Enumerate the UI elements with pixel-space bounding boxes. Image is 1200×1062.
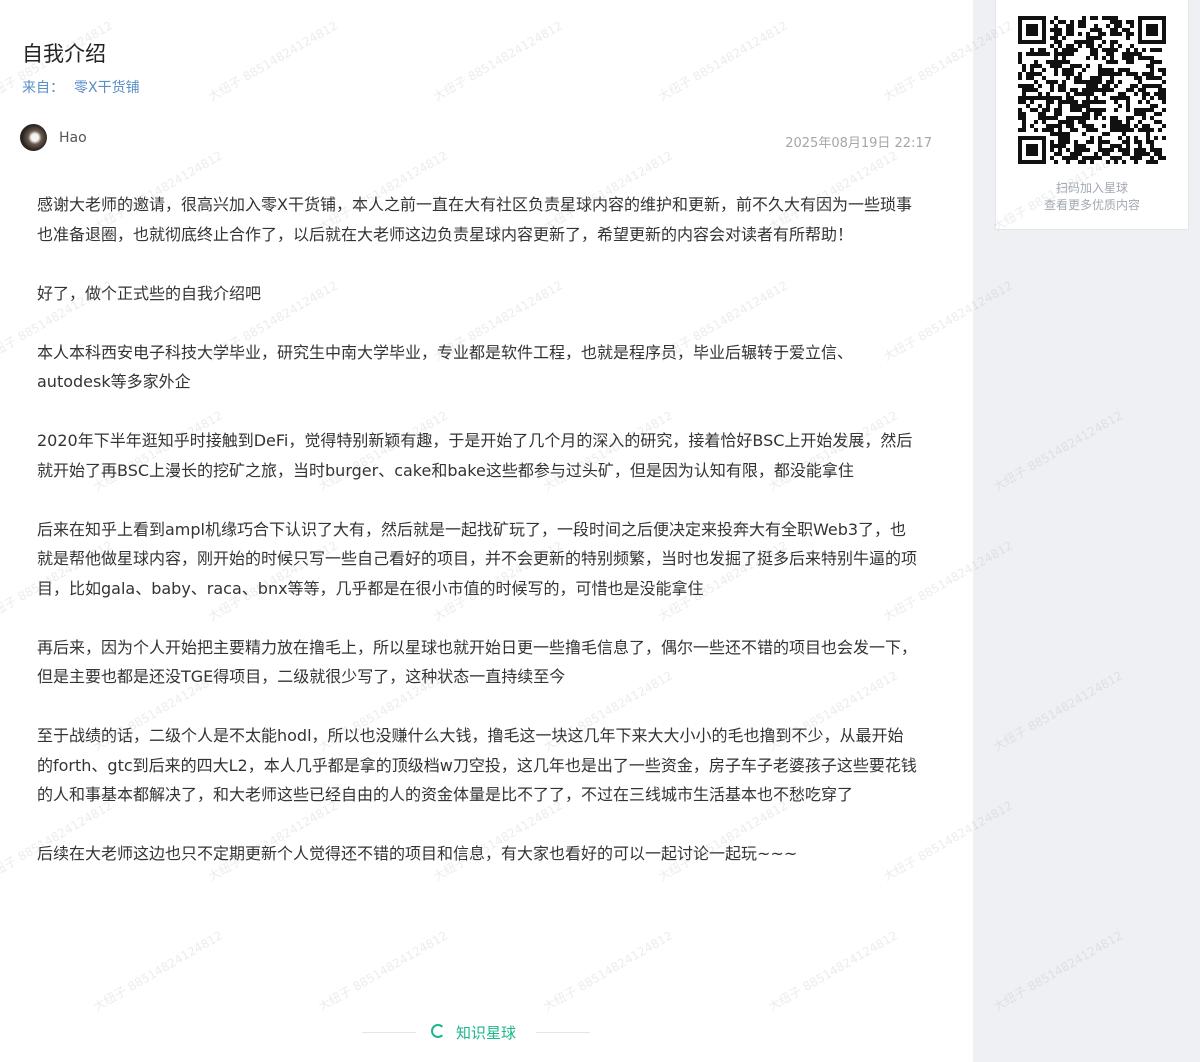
paragraph: 至于战绩的话，二级个人是不太能hodl，所以也没赚什么大钱，撸毛这一块这几年下来…: [37, 726, 917, 804]
paragraph: 后来在知乎上看到ampl机缘巧合下认识了大有，然后就是一起找矿玩了，一段时间之后…: [37, 519, 918, 598]
source-label: 来自：: [22, 80, 64, 96]
footer-brand[interactable]: 知识星球: [362, 1020, 590, 1046]
divider: [362, 1032, 416, 1033]
qr-code-icon[interactable]: [1018, 16, 1166, 164]
article-title: 自我介绍: [22, 42, 106, 66]
avatar[interactable]: [20, 124, 47, 151]
paragraph: 再后来，因为个人开始把主要精力放在撸毛上，所以星球也就开始日更一些撸毛信息了，偶…: [37, 637, 918, 687]
post-timestamp: 2025年08月19日 22:17: [785, 136, 932, 151]
article-panel: 自我介绍 来自： 零X干货铺 Hao 2025年08月19日 22:17 感谢大老…: [0, 0, 973, 1062]
qr-caption-line: 查看更多优质内容: [1043, 198, 1140, 212]
article-body: 感谢大老师的邀请，很高兴加入零X干货铺，本人之前一直在大有社区负责星球内容的维护…: [37, 190, 917, 898]
paragraph: 好了，做个正式些的自我介绍吧: [37, 283, 262, 303]
qr-caption-line: 扫码加入星球: [1055, 181, 1128, 195]
knowledge-planet-logo-icon: [431, 1024, 445, 1038]
qr-caption: 扫码加入星球 查看更多优质内容: [996, 180, 1188, 214]
brand-name: 知识星球: [456, 1024, 517, 1042]
paragraph: 本人本科西安电子科技大学毕业，研究生中南大学毕业，专业都是软件工程，也就是程序员…: [37, 342, 854, 392]
sidebar: 扫码加入星球 查看更多优质内容: [973, 0, 1200, 1062]
paragraph: 感谢大老师的邀请，很高兴加入零X干货铺，本人之前一直在大有社区负责星球内容的维护…: [37, 195, 912, 244]
author-row: Hao 2025年08月19日 22:17: [20, 124, 932, 154]
qr-card: 扫码加入星球 查看更多优质内容: [995, 0, 1189, 230]
article-source: 来自： 零X干货铺: [22, 77, 140, 97]
author-name[interactable]: Hao: [59, 130, 87, 146]
divider: [536, 1032, 590, 1033]
paragraph: 后续在大老师这边也只不定期更新个人觉得还不错的项目和信息，有大家也看好的可以一起…: [37, 844, 798, 863]
paragraph: 2020年下半年逛知乎时接触到DeFi，觉得特别新颖有趣，于是开始了几个月的深入…: [37, 431, 913, 480]
source-link[interactable]: 零X干货铺: [74, 80, 140, 96]
